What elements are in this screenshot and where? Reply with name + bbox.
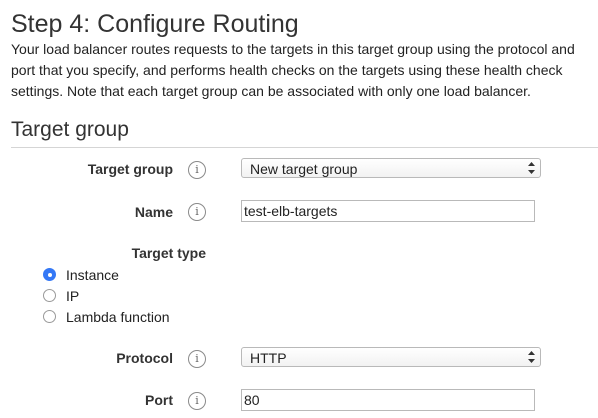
info-icon[interactable]: i	[188, 203, 206, 221]
radio-label: Instance	[66, 267, 119, 283]
configure-routing-page: Step 4: Configure Routing Your load bala…	[0, 0, 598, 418]
radio-button[interactable]	[43, 289, 56, 302]
page-title: Step 4: Configure Routing	[11, 10, 299, 38]
select-arrows-icon	[528, 162, 535, 174]
protocol-select-value: HTTP	[250, 350, 287, 366]
target-type-label: Target type	[131, 245, 206, 261]
target-group-select[interactable]: New target group	[241, 158, 541, 178]
page-description: Your load balancer routes requests to th…	[11, 41, 575, 99]
radio-button[interactable]	[43, 310, 56, 323]
select-arrows-icon	[528, 351, 535, 363]
info-icon[interactable]: i	[188, 350, 206, 368]
target-group-label: Target group	[87, 161, 173, 177]
target-group-select-value: New target group	[250, 161, 358, 177]
section-divider	[11, 147, 598, 148]
port-label: Port	[145, 392, 173, 408]
info-icon[interactable]: i	[188, 161, 206, 179]
name-label: Name	[134, 204, 173, 220]
protocol-select[interactable]: HTTP	[241, 347, 541, 367]
radio-label: IP	[66, 288, 80, 304]
radio-label: Lambda function	[66, 309, 170, 325]
name-input[interactable]	[241, 200, 535, 222]
section-title: Target group	[11, 118, 129, 141]
radio-button-checked[interactable]	[43, 268, 56, 281]
port-input[interactable]	[241, 389, 535, 411]
protocol-label: Protocol	[116, 350, 173, 366]
info-icon[interactable]: i	[188, 392, 206, 410]
